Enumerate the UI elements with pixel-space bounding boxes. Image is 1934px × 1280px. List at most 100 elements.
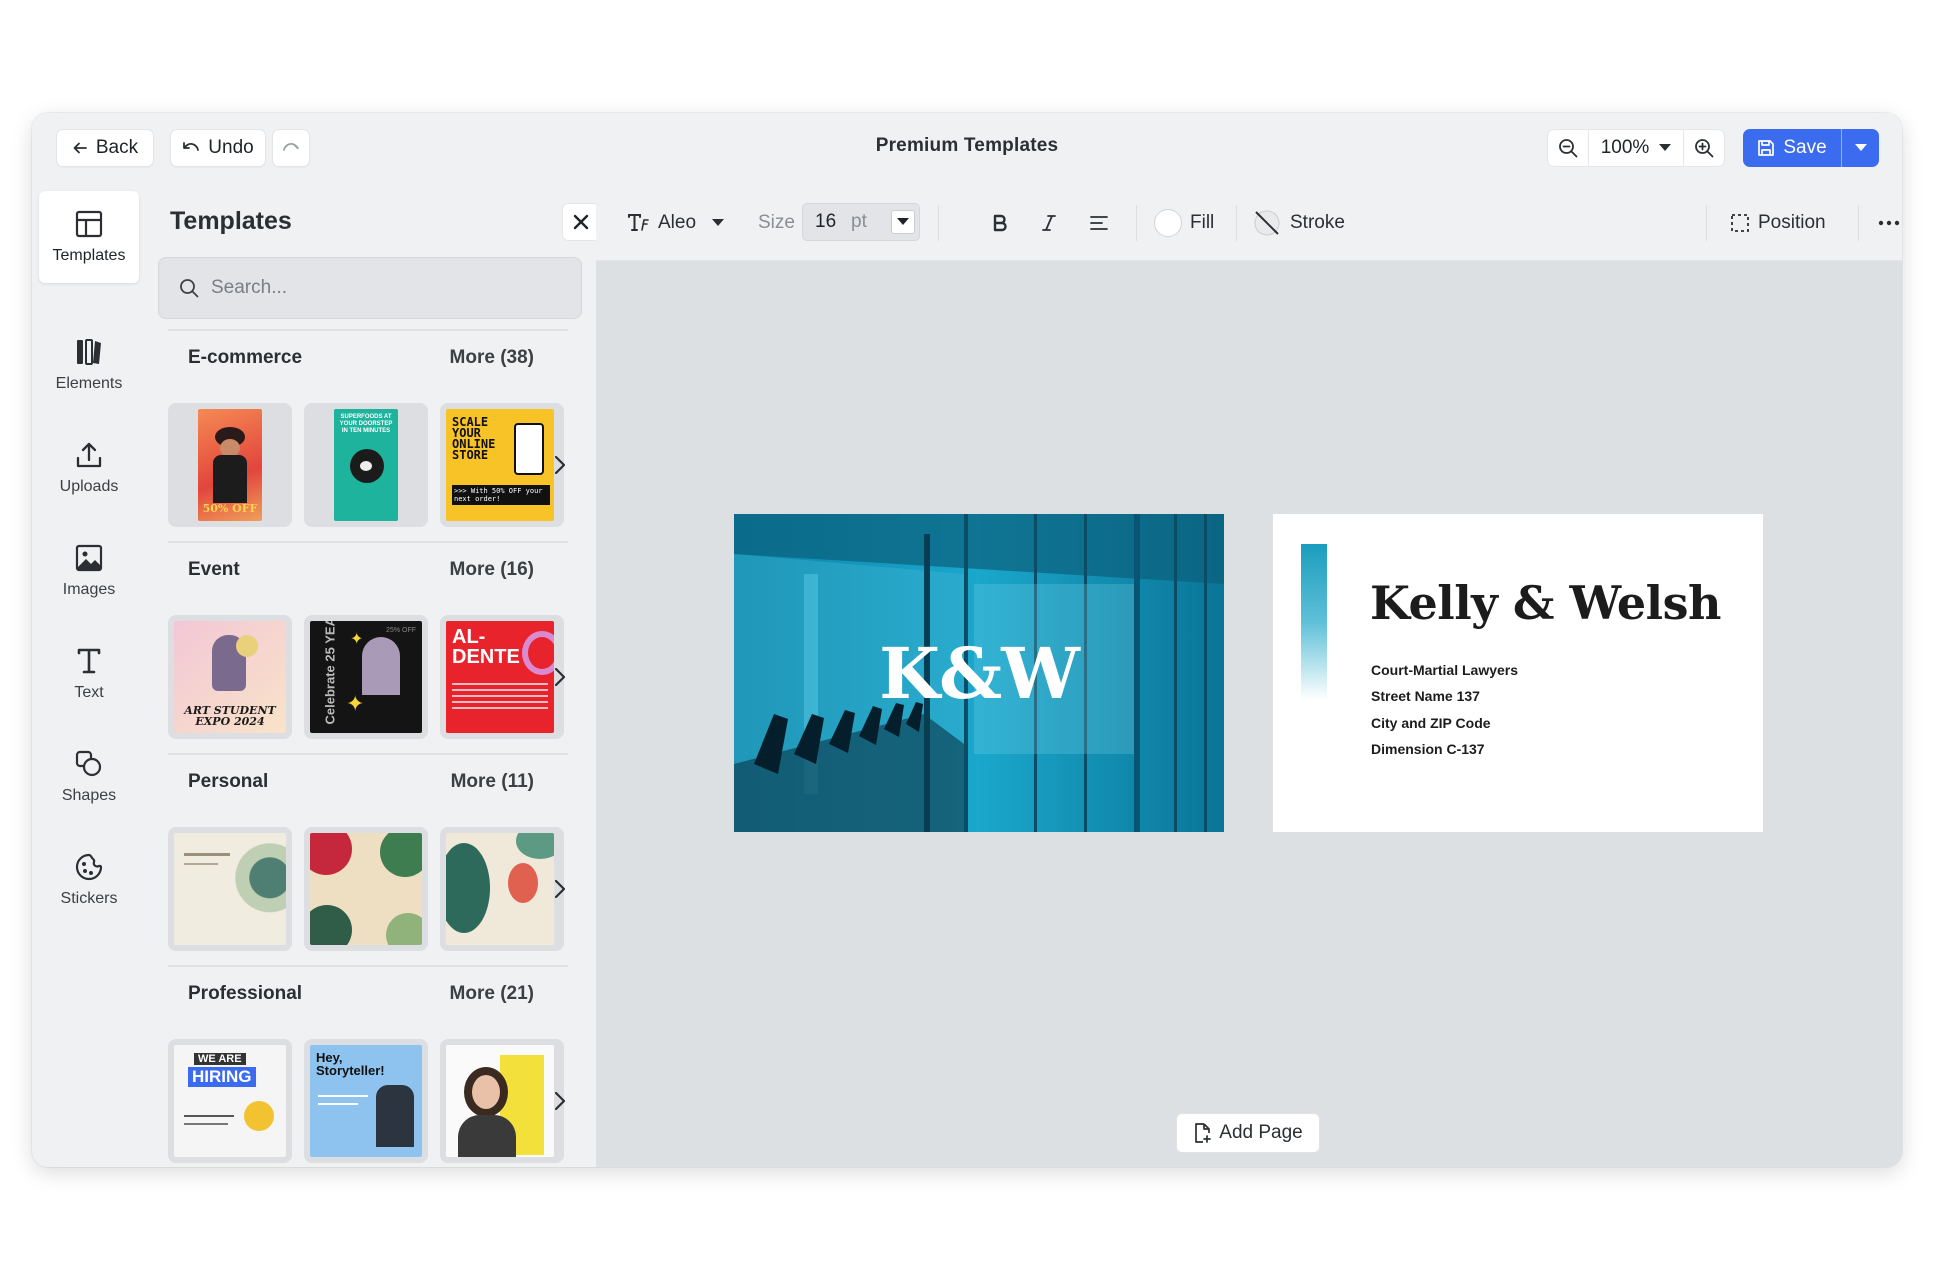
next-arrow[interactable] <box>548 659 572 695</box>
template-thumbnail[interactable]: Celebrate 25 YEARS ✦ ✦ 25% OFF <box>304 615 428 739</box>
add-page-icon <box>1195 1123 1212 1143</box>
divider <box>938 205 939 241</box>
thumb-text: 25% OFF <box>386 627 416 634</box>
text-icon <box>77 648 101 674</box>
save-label: Save <box>1783 137 1827 158</box>
firm-detail-line[interactable]: City and ZIP Code <box>1371 715 1491 731</box>
align-button[interactable] <box>1090 185 1108 261</box>
rail-item-elements[interactable]: Elements <box>39 319 139 411</box>
position-button[interactable]: Position <box>1730 185 1826 261</box>
zoom-select[interactable]: 100% <box>1588 130 1684 166</box>
category-event: Event More (16) ART STUDENT EXPO 2024 Ce… <box>168 541 568 741</box>
rail-label: Images <box>62 581 116 598</box>
accent-bar <box>1301 544 1327 700</box>
template-thumbnail[interactable] <box>304 827 428 951</box>
chevron-right-icon <box>555 456 565 474</box>
firm-name[interactable]: Kelly & Welsh <box>1370 576 1721 630</box>
rail-item-text[interactable]: Text <box>39 628 139 720</box>
top-bar: Back Undo Premium Templates 100% Save <box>32 113 1902 185</box>
save-button[interactable]: Save <box>1743 129 1841 167</box>
bold-button[interactable] <box>992 185 1008 261</box>
more-options-button[interactable] <box>1878 185 1900 261</box>
search-input[interactable] <box>211 277 551 299</box>
sparkle-icon: ✦ <box>346 691 365 716</box>
template-thumbnail[interactable]: ART STUDENT EXPO 2024 <box>168 615 292 739</box>
rail-label: Text <box>74 684 104 701</box>
firm-detail-line[interactable]: Dimension C-137 <box>1371 741 1485 757</box>
category-name: Event <box>188 559 240 580</box>
monogram[interactable]: K&W <box>734 632 1224 715</box>
template-thumbnail[interactable]: SUPERFOODS AT YOUR DOORSTEP IN TEN MINUT… <box>304 403 428 527</box>
thumb-text: HIRING <box>188 1067 256 1087</box>
chevron-right-icon <box>555 668 565 686</box>
business-card-back[interactable]: Kelly & Welsh Court-Martial Lawyers Stre… <box>1273 514 1763 832</box>
font-size-value: 16 <box>815 211 837 232</box>
upload-icon <box>76 442 102 468</box>
position-icon <box>1731 214 1749 232</box>
category-professional: Professional More (21) WE ARE HIRING Hey… <box>168 965 568 1167</box>
stroke-button[interactable]: Stroke <box>1252 185 1345 261</box>
thumb-text: AL-DENTE <box>452 626 520 668</box>
next-arrow[interactable] <box>548 1083 572 1119</box>
panel-title: Templates <box>170 207 292 235</box>
close-panel-button[interactable] <box>562 203 600 241</box>
font-size-input[interactable]: 16 pt <box>802 203 920 241</box>
rail-item-images[interactable]: Images <box>39 525 139 617</box>
add-page-button[interactable]: Add Page <box>1176 1113 1320 1153</box>
more-horizontal-icon <box>1878 220 1900 226</box>
zoom-in-icon <box>1695 139 1714 158</box>
fill-button[interactable]: Fill <box>1154 185 1214 261</box>
size-label: Size <box>758 212 795 233</box>
font-size-unit: pt <box>851 211 867 232</box>
more-link[interactable]: More (11) <box>451 771 534 793</box>
category-name: Professional <box>188 983 303 1004</box>
next-arrow[interactable] <box>548 871 572 907</box>
thumb-text: SCALE YOUR ONLINE STORE <box>452 415 496 462</box>
zoom-out-button[interactable] <box>1548 130 1588 166</box>
rail-item-uploads[interactable]: Uploads <box>39 422 139 514</box>
template-thumbnail[interactable] <box>440 1039 564 1163</box>
next-arrow[interactable] <box>548 447 572 483</box>
rail-label: Uploads <box>59 478 119 495</box>
rail-label: Stickers <box>60 890 118 907</box>
rail-label: Shapes <box>61 787 117 804</box>
firm-detail-line[interactable]: Street Name 137 <box>1371 688 1480 704</box>
sparkle-icon: ✦ <box>350 631 364 648</box>
template-thumbnail[interactable]: 50% OFF <box>168 403 292 527</box>
business-card-front[interactable]: K&W <box>734 514 1224 832</box>
font-select[interactable]: Aleo <box>628 185 725 261</box>
search-box <box>158 257 582 319</box>
sticker-icon <box>75 853 103 881</box>
caret-down-icon <box>1854 144 1867 151</box>
template-thumbnail[interactable] <box>168 827 292 951</box>
rail-item-templates[interactable]: Templates <box>39 191 139 283</box>
italic-button[interactable] <box>1042 185 1056 261</box>
template-thumbnail[interactable]: SCALE YOUR ONLINE STORE >>> With 50% OFF… <box>440 403 564 527</box>
more-link[interactable]: More (16) <box>450 559 534 581</box>
templates-icon <box>75 210 103 238</box>
category-name: E-commerce <box>188 347 303 368</box>
thumbnail-row: WE ARE HIRING Hey, Storyteller! <box>168 1039 588 1165</box>
more-link[interactable]: More (21) <box>450 983 534 1005</box>
rail-item-stickers[interactable]: Stickers <box>39 834 139 926</box>
template-thumbnail[interactable]: Hey, Storyteller! <box>304 1039 428 1163</box>
zoom-control: 100% <box>1547 129 1725 167</box>
category-ecommerce: E-commerce More (38) 50% OFF SUPERFOODS … <box>168 329 568 529</box>
font-size-dropdown[interactable] <box>891 210 915 234</box>
save-icon <box>1758 140 1775 156</box>
template-thumbnail[interactable]: WE ARE HIRING <box>168 1039 292 1163</box>
rail-label: Elements <box>55 375 123 392</box>
zoom-in-button[interactable] <box>1684 130 1724 166</box>
rail-item-shapes[interactable]: Shapes <box>39 731 139 823</box>
divider <box>1706 205 1707 241</box>
save-options-button[interactable] <box>1841 129 1879 167</box>
caret-down-icon <box>712 219 725 226</box>
more-link[interactable]: More (38) <box>450 347 534 369</box>
chevron-right-icon <box>555 1092 565 1110</box>
template-thumbnail[interactable] <box>440 827 564 951</box>
template-thumbnail[interactable]: AL-DENTE <box>440 615 564 739</box>
close-icon <box>573 214 589 230</box>
divider <box>1136 205 1137 241</box>
image-icon <box>75 544 103 572</box>
firm-detail-line[interactable]: Court-Martial Lawyers <box>1371 662 1518 678</box>
